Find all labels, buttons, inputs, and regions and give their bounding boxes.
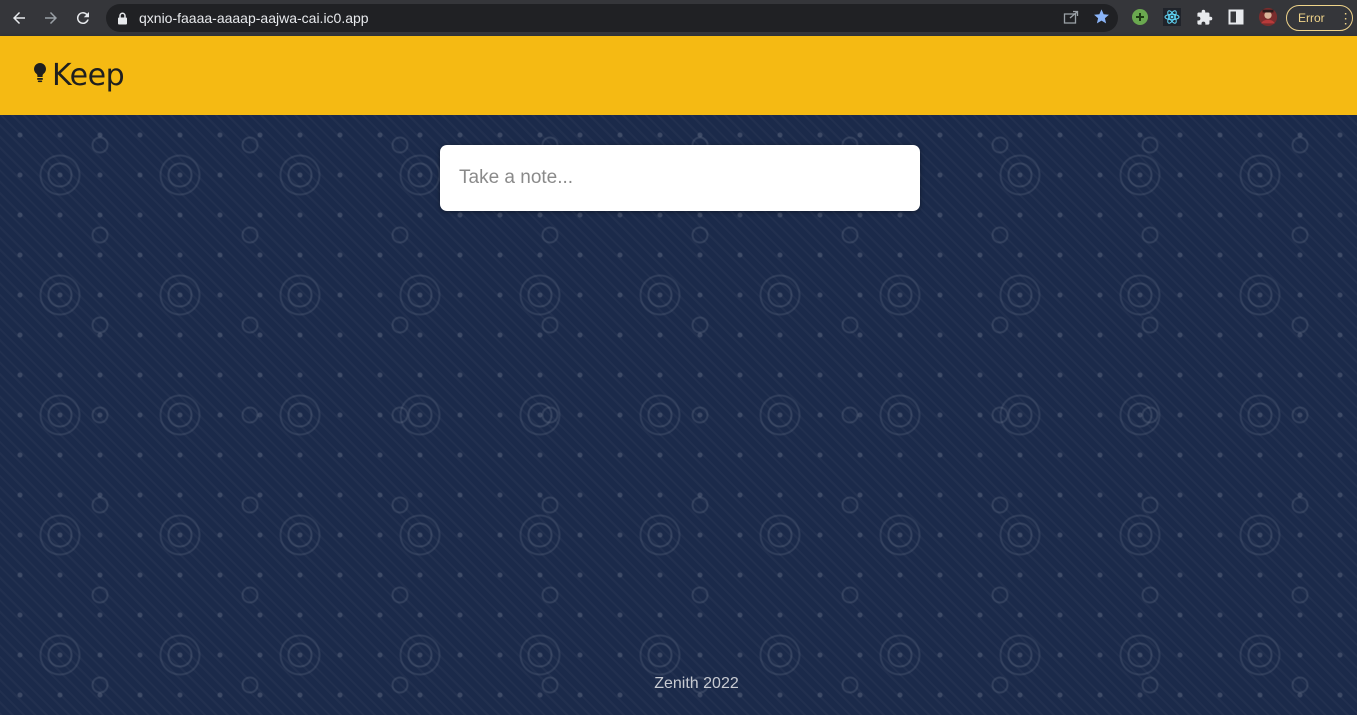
react-devtools-icon[interactable]	[1162, 7, 1182, 27]
kebab-menu-icon[interactable]: ⋮	[1339, 11, 1353, 25]
app-header: Keep	[0, 36, 1357, 115]
side-panel-icon[interactable]	[1226, 7, 1246, 27]
puzzle-icon[interactable]	[1194, 7, 1214, 27]
notes-area: Zenith 2022	[0, 115, 1357, 715]
reload-icon[interactable]	[73, 8, 93, 28]
address-bar[interactable]: qxnio-faaaa-aaaap-aajwa-cai.ic0.app	[106, 4, 1118, 32]
profile-avatar[interactable]	[1258, 7, 1278, 27]
lightbulb-icon	[32, 61, 48, 90]
star-icon[interactable]	[1093, 8, 1110, 30]
lock-icon[interactable]	[117, 11, 129, 25]
error-label: Error	[1298, 11, 1325, 25]
share-icon[interactable]	[1063, 9, 1079, 30]
extension-green-icon[interactable]	[1130, 7, 1150, 27]
back-arrow-icon[interactable]	[9, 8, 29, 28]
url-text[interactable]: qxnio-faaaa-aaaap-aajwa-cai.ic0.app	[139, 10, 369, 26]
take-note-input[interactable]	[440, 145, 920, 211]
browser-toolbar: qxnio-faaaa-aaaap-aajwa-cai.ic0.app Erro…	[0, 0, 1357, 36]
error-button[interactable]: Error ⋮	[1286, 5, 1353, 31]
forward-arrow-icon[interactable]	[41, 8, 61, 28]
footer-text: Zenith 2022	[654, 675, 739, 692]
logo-text: Keep	[52, 58, 125, 93]
logo: Keep	[32, 58, 125, 93]
